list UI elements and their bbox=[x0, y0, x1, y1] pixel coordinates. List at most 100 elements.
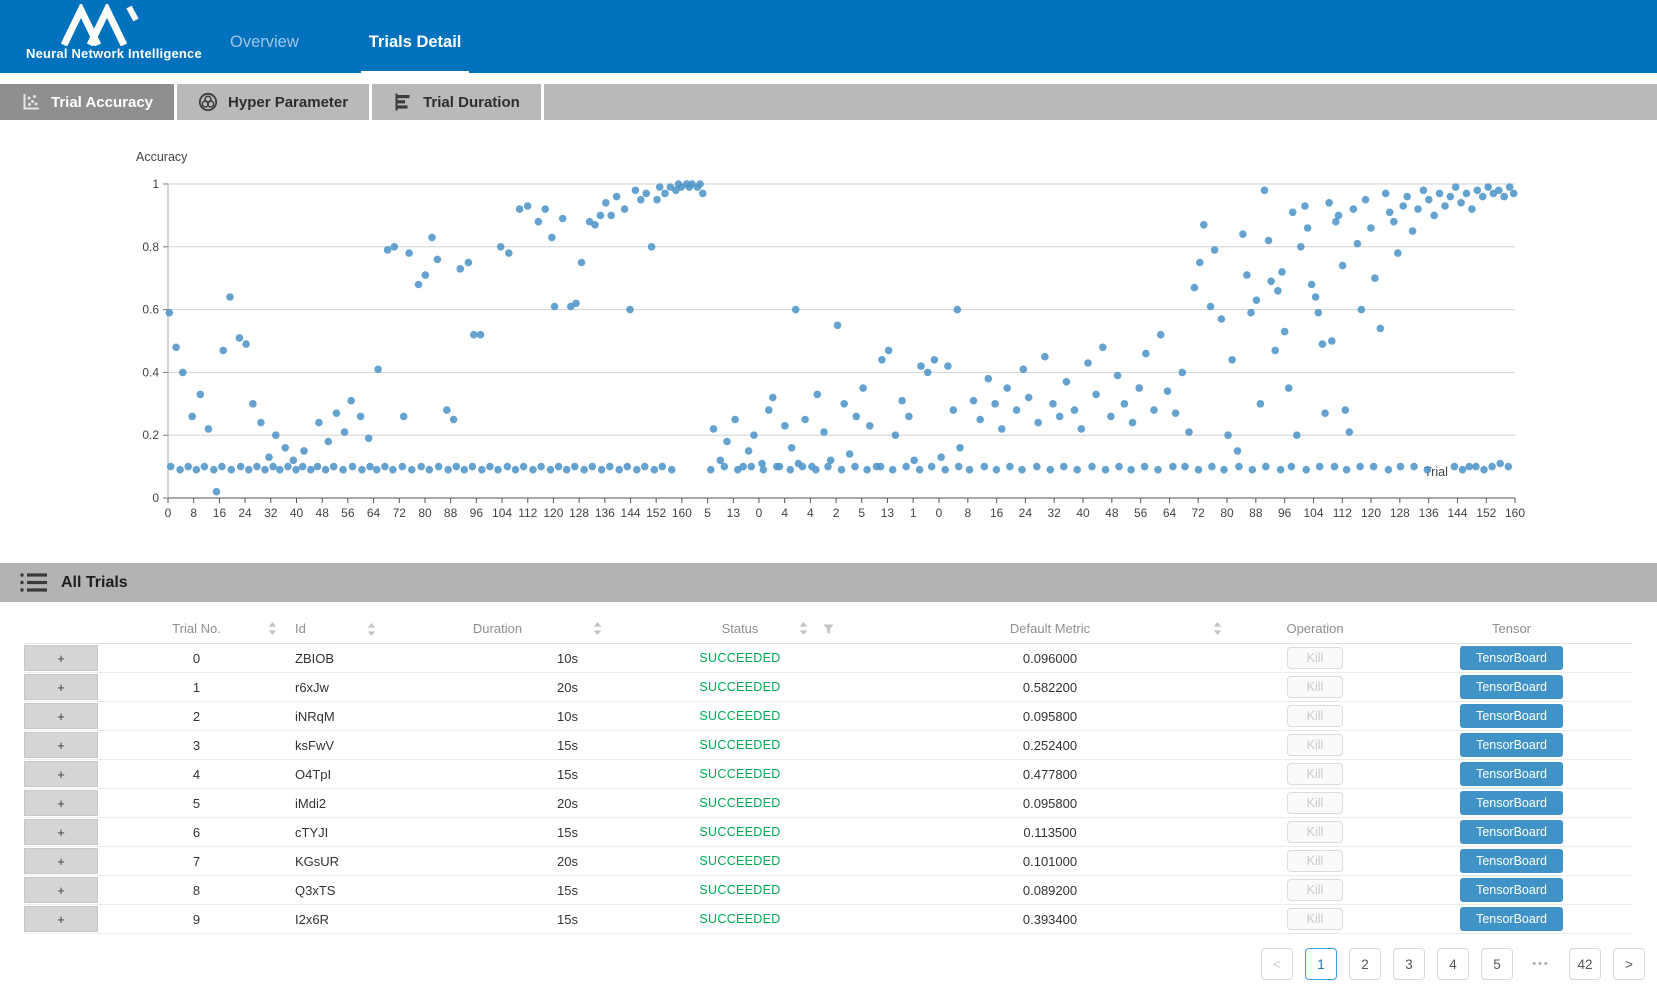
kill-button[interactable]: Kill bbox=[1287, 705, 1343, 727]
trial-no-cell: 5 bbox=[98, 796, 295, 811]
table-row: +6cTYJI15sSUCCEEDED0.113500KillTensorBoa… bbox=[24, 818, 1633, 847]
svg-text:4: 4 bbox=[781, 506, 788, 520]
kill-button[interactable]: Kill bbox=[1287, 647, 1343, 669]
svg-text:120: 120 bbox=[543, 506, 563, 520]
kill-button[interactable]: Kill bbox=[1287, 734, 1343, 756]
tensorboard-button[interactable]: TensorBoard bbox=[1460, 733, 1563, 757]
pagination-page-4[interactable]: 4 bbox=[1437, 948, 1469, 980]
expand-row-button[interactable]: + bbox=[24, 645, 98, 671]
pagination-page-5[interactable]: 5 bbox=[1481, 948, 1513, 980]
kill-button[interactable]: Kill bbox=[1287, 908, 1343, 930]
sort-icon[interactable] bbox=[799, 622, 808, 635]
svg-text:48: 48 bbox=[1105, 506, 1119, 520]
svg-text:80: 80 bbox=[418, 506, 432, 520]
svg-text:0: 0 bbox=[152, 491, 159, 505]
default-metric-cell: 0.582200 bbox=[860, 680, 1240, 695]
filter-icon[interactable] bbox=[823, 624, 834, 635]
trial-id-cell: KGsUR bbox=[295, 854, 460, 869]
duration-cell: 15s bbox=[460, 738, 620, 753]
trial-id-cell: r6xJw bbox=[295, 680, 460, 695]
bar-chart-icon bbox=[393, 92, 413, 112]
expand-row-button[interactable]: + bbox=[24, 877, 98, 903]
expand-row-button[interactable]: + bbox=[24, 790, 98, 816]
expand-row-button[interactable]: + bbox=[24, 732, 98, 758]
tensorboard-button[interactable]: TensorBoard bbox=[1460, 646, 1563, 670]
main-nav: Overview Trials Detail bbox=[222, 0, 469, 73]
trial-id-cell: I2x6R bbox=[295, 912, 460, 927]
kill-button[interactable]: Kill bbox=[1287, 850, 1343, 872]
svg-text:160: 160 bbox=[672, 506, 692, 520]
svg-text:16: 16 bbox=[213, 506, 227, 520]
svg-text:144: 144 bbox=[1447, 506, 1467, 520]
pagination-next-button[interactable]: > bbox=[1613, 948, 1645, 980]
svg-text:128: 128 bbox=[1390, 506, 1410, 520]
accuracy-chart-svg: 00.20.40.60.8108162432404856647280889610… bbox=[0, 140, 1657, 535]
svg-text:40: 40 bbox=[1076, 506, 1090, 520]
kill-button[interactable]: Kill bbox=[1287, 763, 1343, 785]
table-row: +9I2x6R15sSUCCEEDED0.393400KillTensorBoa… bbox=[24, 905, 1633, 934]
tensorboard-button[interactable]: TensorBoard bbox=[1460, 907, 1563, 931]
sort-icon[interactable] bbox=[367, 623, 376, 636]
kill-button[interactable]: Kill bbox=[1287, 792, 1343, 814]
pagination-page-2[interactable]: 2 bbox=[1349, 948, 1381, 980]
default-metric-cell: 0.101000 bbox=[860, 854, 1240, 869]
trial-no-cell: 8 bbox=[98, 883, 295, 898]
duration-cell: 20s bbox=[460, 796, 620, 811]
trial-no-cell: 0 bbox=[98, 651, 295, 666]
sort-icon[interactable] bbox=[268, 622, 277, 635]
column-header-status[interactable]: Status bbox=[620, 614, 860, 643]
trial-id-cell: ksFwV bbox=[295, 738, 460, 753]
column-header-default-metric[interactable]: Default Metric bbox=[860, 614, 1240, 643]
sort-icon[interactable] bbox=[593, 622, 602, 635]
column-header-id[interactable]: Id bbox=[295, 614, 460, 643]
scatter-points[interactable] bbox=[166, 180, 1518, 495]
sort-icon[interactable] bbox=[1213, 622, 1222, 635]
svg-text:40: 40 bbox=[290, 506, 304, 520]
tensorboard-button[interactable]: TensorBoard bbox=[1460, 791, 1563, 815]
status-badge: SUCCEEDED bbox=[620, 854, 860, 868]
svg-text:13: 13 bbox=[881, 506, 895, 520]
column-header-trial-no-[interactable]: Trial No. bbox=[98, 614, 295, 643]
default-metric-cell: 0.393400 bbox=[860, 912, 1240, 927]
expand-row-button[interactable]: + bbox=[24, 761, 98, 787]
expand-row-button[interactable]: + bbox=[24, 703, 98, 729]
tensorboard-button[interactable]: TensorBoard bbox=[1460, 762, 1563, 786]
tab-trial-duration[interactable]: Trial Duration bbox=[372, 84, 544, 120]
tensorboard-button[interactable]: TensorBoard bbox=[1460, 675, 1563, 699]
tensorboard-button[interactable]: TensorBoard bbox=[1460, 849, 1563, 873]
svg-text:8: 8 bbox=[190, 506, 197, 520]
x-ticks: 0816243240485664728088961041121201281361… bbox=[165, 498, 1526, 520]
kill-button[interactable]: Kill bbox=[1287, 879, 1343, 901]
nni-logo-icon bbox=[56, 4, 152, 46]
svg-text:0.8: 0.8 bbox=[142, 240, 159, 254]
duration-cell: 15s bbox=[460, 767, 620, 782]
tensorboard-button[interactable]: TensorBoard bbox=[1460, 820, 1563, 844]
status-badge: SUCCEEDED bbox=[620, 709, 860, 723]
tab-trial-accuracy[interactable]: Trial Accuracy bbox=[0, 84, 177, 120]
duration-cell: 10s bbox=[460, 651, 620, 666]
tensorboard-button[interactable]: TensorBoard bbox=[1460, 704, 1563, 728]
pagination-page-42[interactable]: 42 bbox=[1569, 948, 1601, 980]
status-badge: SUCCEEDED bbox=[620, 825, 860, 839]
default-metric-cell: 0.096000 bbox=[860, 651, 1240, 666]
svg-text:2: 2 bbox=[833, 506, 840, 520]
nav-tab-trials-detail[interactable]: Trials Detail bbox=[361, 0, 470, 73]
kill-button[interactable]: Kill bbox=[1287, 676, 1343, 698]
tab-hyper-parameter[interactable]: Hyper Parameter bbox=[177, 84, 372, 120]
expand-row-button[interactable]: + bbox=[24, 819, 98, 845]
trial-id-cell: ZBIOB bbox=[295, 651, 460, 666]
svg-text:13: 13 bbox=[727, 506, 741, 520]
pagination-page-3[interactable]: 3 bbox=[1393, 948, 1425, 980]
expand-row-button[interactable]: + bbox=[24, 848, 98, 874]
column-header-duration[interactable]: Duration bbox=[460, 614, 620, 643]
pagination: <12345•••42> bbox=[0, 948, 1645, 980]
pagination-page-1[interactable]: 1 bbox=[1305, 948, 1337, 980]
tensorboard-button[interactable]: TensorBoard bbox=[1460, 878, 1563, 902]
kill-button[interactable]: Kill bbox=[1287, 821, 1343, 843]
svg-text:96: 96 bbox=[1278, 506, 1292, 520]
expand-row-button[interactable]: + bbox=[24, 674, 98, 700]
pagination-prev-button[interactable]: < bbox=[1261, 948, 1293, 980]
nav-tab-overview[interactable]: Overview bbox=[222, 0, 307, 73]
expand-row-button[interactable]: + bbox=[24, 906, 98, 932]
svg-text:144: 144 bbox=[621, 506, 641, 520]
